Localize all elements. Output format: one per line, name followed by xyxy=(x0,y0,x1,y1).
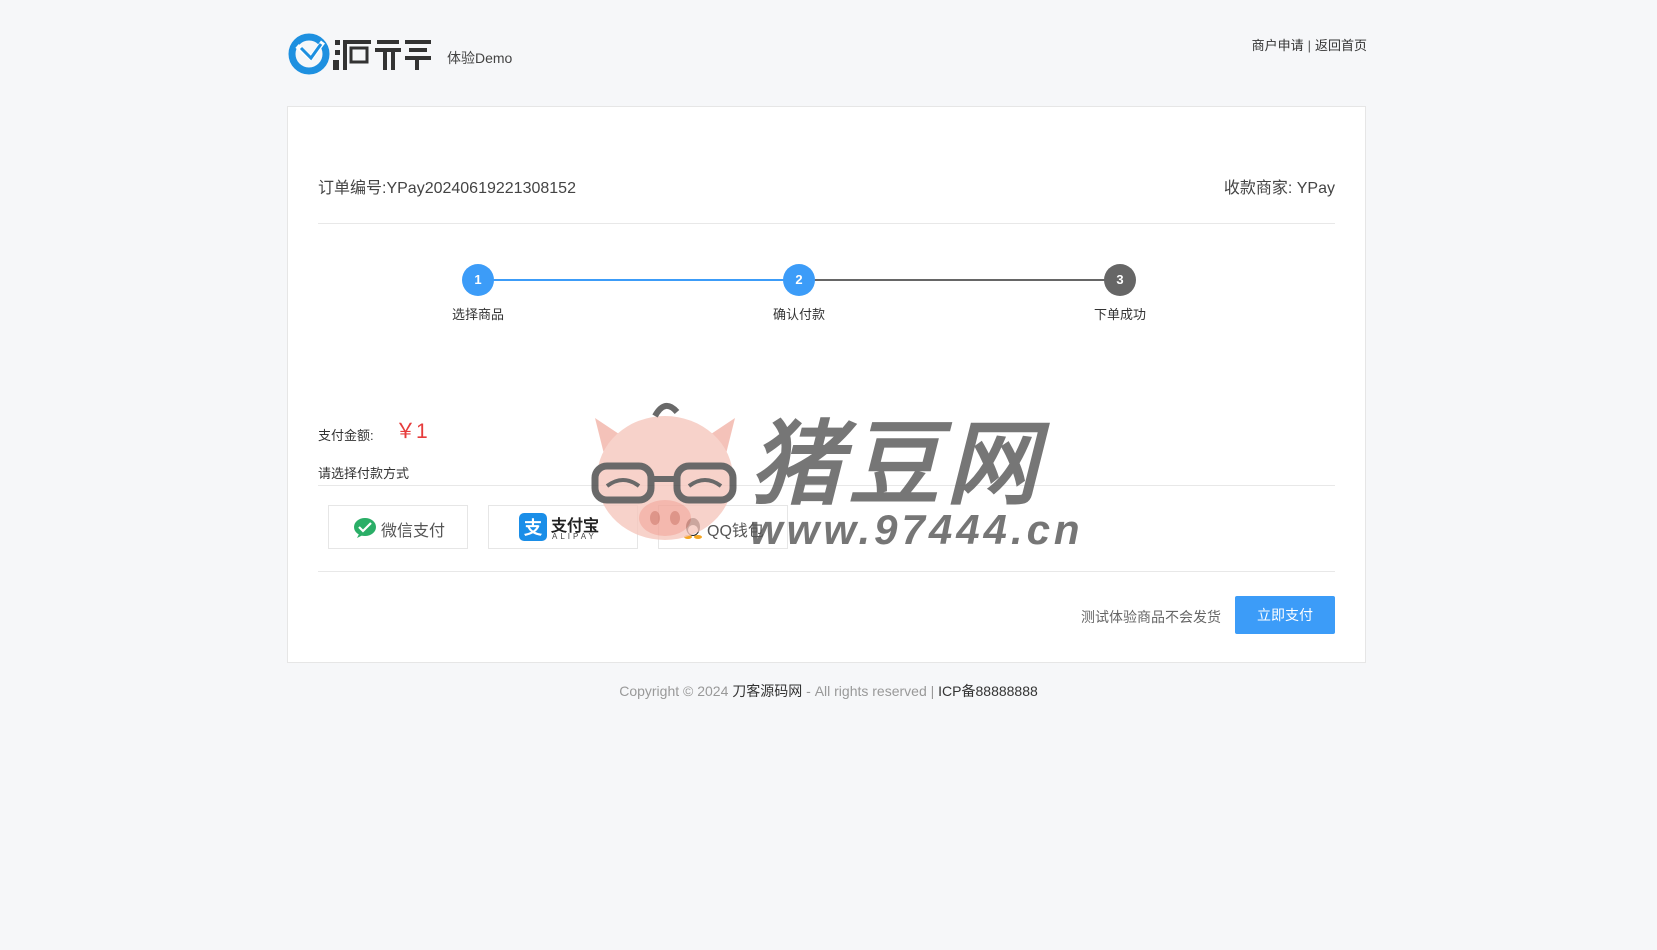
site-name-link[interactable]: 刀客源码网 xyxy=(732,683,802,699)
copyright: Copyright © 2024 刀客源码网 - All rights rese… xyxy=(0,681,1657,701)
icp-link[interactable]: ICP备88888888 xyxy=(938,683,1038,699)
pay-now-button[interactable]: 立即支付 xyxy=(1235,596,1335,634)
alipay-option[interactable]: 支 支付宝 ALIPAY xyxy=(488,505,638,549)
step-3-circle: 3 xyxy=(1104,264,1136,296)
wechat-pay-icon xyxy=(354,518,376,538)
step-3-label: 下单成功 xyxy=(1093,307,1146,322)
payment-methods: 微信支付 支 支付宝 ALIPAY QQ钱包 xyxy=(328,505,788,551)
progress-steps: 1 选择商品 2 确认付款 3 下单成功 xyxy=(318,264,1335,334)
amount-value: ￥1 xyxy=(395,420,428,443)
step-1: 1 选择商品 xyxy=(418,264,538,323)
step-3: 3 下单成功 xyxy=(1060,264,1180,323)
qq-wallet-icon xyxy=(684,518,702,539)
merchant-name: 收款商家: YPay xyxy=(1223,180,1335,197)
pay-action-row: 测试体验商品不会发货 立即支付 xyxy=(735,596,1335,634)
merchant-apply-link[interactable]: 商户申请 xyxy=(1252,38,1304,53)
step-1-circle: 1 xyxy=(462,264,494,296)
alipay-icon: 支 xyxy=(519,513,547,541)
site-logo[interactable] xyxy=(287,32,437,76)
order-number: 订单编号:YPay20240619221308152 xyxy=(318,180,576,197)
svg-text:支: 支 xyxy=(523,517,543,539)
logo-subtitle: 体验Demo xyxy=(447,50,513,66)
step-1-label: 选择商品 xyxy=(451,307,504,322)
divider xyxy=(318,223,1335,224)
step-2: 2 确认付款 xyxy=(739,264,859,323)
wechat-pay-label: 微信支付 xyxy=(381,523,446,540)
copyright-middle: - All rights reserved | xyxy=(806,683,935,699)
copyright-prefix: Copyright © 2024 xyxy=(619,683,729,699)
back-home-link[interactable]: 返回首页 xyxy=(1315,38,1367,53)
qq-wallet-option[interactable]: QQ钱包 xyxy=(658,505,788,549)
step-2-circle: 2 xyxy=(783,264,815,296)
divider xyxy=(318,485,1335,486)
payment-method-title: 请选择付款方式 xyxy=(318,466,410,481)
top-links: 商户申请 | 返回首页 xyxy=(1252,35,1367,54)
qq-wallet-label: QQ钱包 xyxy=(707,523,764,540)
header: 体验Demo 商户申请 | 返回首页 xyxy=(287,30,1367,80)
divider xyxy=(318,571,1335,572)
amount-label: 支付金额: xyxy=(318,428,374,443)
wechat-pay-option[interactable]: 微信支付 xyxy=(328,505,468,549)
step-2-label: 确认付款 xyxy=(772,307,825,322)
link-separator: | xyxy=(1307,38,1311,53)
test-notice: 测试体验商品不会发货 xyxy=(1081,609,1221,625)
order-card: 订单编号:YPay20240619221308152 收款商家: YPay 1 … xyxy=(287,106,1366,663)
alipay-sub-label: ALIPAY xyxy=(552,532,597,541)
